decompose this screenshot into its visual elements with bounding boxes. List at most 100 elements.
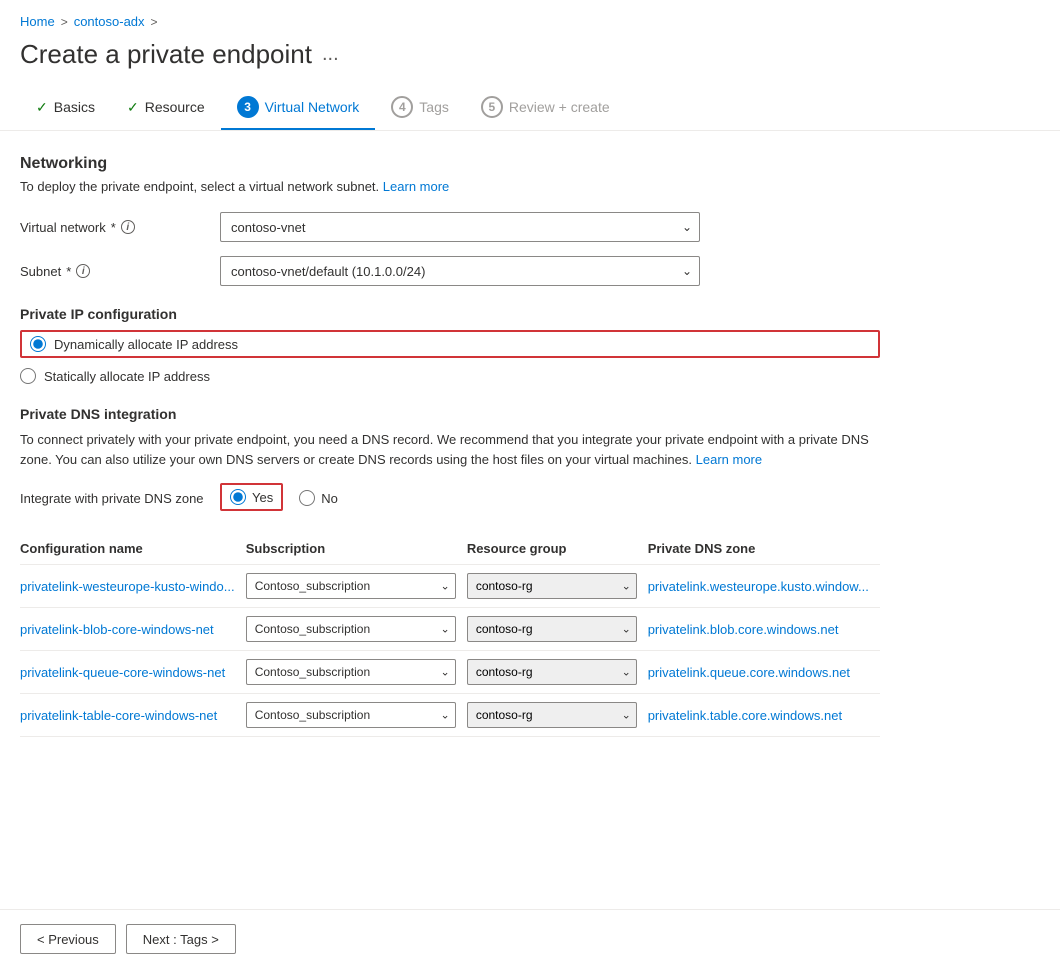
- tab-basics-label: Basics: [54, 99, 95, 115]
- page-title: Create a private endpoint: [20, 39, 312, 70]
- subnet-required: *: [66, 264, 71, 279]
- breadcrumb-contoso[interactable]: contoso-adx: [74, 14, 145, 29]
- breadcrumb-sep1: >: [61, 15, 68, 29]
- col-dns-zone: Private DNS zone: [648, 533, 880, 565]
- subnet-info-icon[interactable]: i: [76, 264, 90, 278]
- tab-review-create-label: Review + create: [509, 99, 610, 115]
- resource-check-icon: ✓: [127, 99, 139, 116]
- integrate-yes-radio[interactable]: [230, 489, 246, 505]
- subnet-select-wrapper: contoso-vnet/default (10.1.0.0/24) ⌄: [220, 256, 700, 286]
- breadcrumb-sep2: >: [151, 15, 158, 29]
- subnet-select[interactable]: contoso-vnet/default (10.1.0.0/24): [220, 256, 700, 286]
- dns-resource-group-2: contoso-rg⌄: [467, 651, 648, 694]
- virtual-network-row: Virtual network * i contoso-vnet ⌄: [20, 212, 880, 242]
- static-ip-radio[interactable]: [20, 368, 36, 384]
- integrate-no-text: No: [321, 491, 338, 506]
- dns-subscription-select-2[interactable]: Contoso_subscription: [246, 659, 456, 685]
- dns-rg-select-2[interactable]: contoso-rg: [467, 659, 637, 685]
- breadcrumb-home[interactable]: Home: [20, 14, 55, 29]
- virtual-network-required: *: [111, 220, 116, 235]
- dns-table-row: privatelink-westeurope-kusto-windo...Con…: [20, 565, 880, 608]
- virtual-network-label: Virtual network * i: [20, 220, 220, 235]
- dns-config-name-2: privatelink-queue-core-windows-net: [20, 651, 246, 694]
- integrate-radio-group: Yes No: [220, 483, 338, 513]
- dns-subscription-select-3[interactable]: Contoso_subscription: [246, 702, 456, 728]
- dns-rg-select-0[interactable]: contoso-rg: [467, 573, 637, 599]
- dynamic-ip-text: Dynamically allocate IP address: [54, 337, 238, 352]
- breadcrumb: Home > contoso-adx >: [0, 0, 1060, 35]
- tab-review-create-circle: 5: [481, 96, 503, 118]
- private-dns-desc: To connect privately with your private e…: [20, 430, 880, 469]
- dns-table-head: Configuration name Subscription Resource…: [20, 533, 880, 565]
- static-ip-text: Statically allocate IP address: [44, 369, 210, 384]
- integrate-yes-text: Yes: [252, 490, 273, 505]
- dns-table-row: privatelink-blob-core-windows-netContoso…: [20, 608, 880, 651]
- tab-tags: 4 Tags: [375, 86, 465, 130]
- main-content: Networking To deploy the private endpoin…: [0, 131, 900, 757]
- tab-tags-circle: 4: [391, 96, 413, 118]
- dns-subscription-2: Contoso_subscription⌄: [246, 651, 467, 694]
- dns-subscription-1: Contoso_subscription⌄: [246, 608, 467, 651]
- tab-virtual-network-circle: 3: [237, 96, 259, 118]
- basics-check-icon: ✓: [36, 99, 48, 116]
- dns-resource-group-0: contoso-rg⌄: [467, 565, 648, 608]
- dns-table: Configuration name Subscription Resource…: [20, 533, 880, 737]
- virtual-network-select[interactable]: contoso-vnet: [220, 212, 700, 242]
- dns-rg-select-3[interactable]: contoso-rg: [467, 702, 637, 728]
- col-subscription: Subscription: [246, 533, 467, 565]
- private-dns-title: Private DNS integration: [20, 406, 880, 422]
- wizard-tabs: ✓ Basics ✓ Resource 3 Virtual Network 4 …: [0, 86, 1060, 131]
- dns-subscription-0: Contoso_subscription⌄: [246, 565, 467, 608]
- private-ip-section: Private IP configuration Dynamically all…: [20, 306, 880, 384]
- tab-virtual-network[interactable]: 3 Virtual Network: [221, 86, 376, 130]
- dns-config-name-3: privatelink-table-core-windows-net: [20, 694, 246, 737]
- private-ip-radio-group: Dynamically allocate IP address Statical…: [20, 330, 880, 384]
- integrate-label: Integrate with private DNS zone: [20, 491, 220, 506]
- dns-config-name-1: privatelink-blob-core-windows-net: [20, 608, 246, 651]
- integrate-yes-highlighted: Yes: [220, 483, 283, 511]
- dynamic-ip-radio[interactable]: [30, 336, 46, 352]
- dns-resource-group-1: contoso-rg⌄: [467, 608, 648, 651]
- subnet-label: Subnet * i: [20, 264, 220, 279]
- dynamic-ip-label[interactable]: Dynamically allocate IP address: [30, 336, 238, 352]
- tab-review-create: 5 Review + create: [465, 86, 626, 130]
- networking-section: Networking To deploy the private endpoin…: [20, 155, 880, 286]
- private-ip-title: Private IP configuration: [20, 306, 880, 322]
- tab-tags-label: Tags: [419, 99, 449, 115]
- tab-basics[interactable]: ✓ Basics: [20, 89, 111, 128]
- static-ip-label[interactable]: Statically allocate IP address: [20, 368, 880, 384]
- dns-table-header-row: Configuration name Subscription Resource…: [20, 533, 880, 565]
- integrate-no-label[interactable]: No: [299, 490, 338, 506]
- dns-subscription-3: Contoso_subscription⌄: [246, 694, 467, 737]
- private-dns-section: Private DNS integration To connect priva…: [20, 406, 880, 737]
- col-resource-group: Resource group: [467, 533, 648, 565]
- virtual-network-info-icon[interactable]: i: [121, 220, 135, 234]
- dns-zone-3: privatelink.table.core.windows.net: [648, 694, 880, 737]
- tab-resource-label: Resource: [145, 99, 205, 115]
- dns-table-body: privatelink-westeurope-kusto-windo...Con…: [20, 565, 880, 737]
- page-title-row: Create a private endpoint ...: [0, 35, 1060, 86]
- integrate-row: Integrate with private DNS zone Yes No: [20, 483, 880, 513]
- networking-learn-more[interactable]: Learn more: [383, 179, 449, 194]
- integrate-yes-label[interactable]: Yes: [230, 489, 273, 505]
- next-button[interactable]: Next : Tags >: [126, 924, 236, 954]
- dns-subscription-select-0[interactable]: Contoso_subscription: [246, 573, 456, 599]
- subnet-row: Subnet * i contoso-vnet/default (10.1.0.…: [20, 256, 880, 286]
- dynamic-ip-highlighted: Dynamically allocate IP address: [20, 330, 880, 358]
- dns-zone-2: privatelink.queue.core.windows.net: [648, 651, 880, 694]
- networking-desc: To deploy the private endpoint, select a…: [20, 179, 880, 194]
- dns-table-row: privatelink-queue-core-windows-netContos…: [20, 651, 880, 694]
- dns-subscription-select-1[interactable]: Contoso_subscription: [246, 616, 456, 642]
- dns-config-name-0: privatelink-westeurope-kusto-windo...: [20, 565, 246, 608]
- integrate-no-radio[interactable]: [299, 490, 315, 506]
- networking-title: Networking: [20, 155, 880, 173]
- dns-zone-1: privatelink.blob.core.windows.net: [648, 608, 880, 651]
- col-config-name: Configuration name: [20, 533, 246, 565]
- dns-table-row: privatelink-table-core-windows-netContos…: [20, 694, 880, 737]
- page-title-more-icon[interactable]: ...: [322, 43, 339, 66]
- virtual-network-select-wrapper: contoso-vnet ⌄: [220, 212, 700, 242]
- previous-button[interactable]: < Previous: [20, 924, 116, 954]
- tab-resource[interactable]: ✓ Resource: [111, 89, 221, 128]
- dns-learn-more[interactable]: Learn more: [696, 452, 762, 467]
- dns-rg-select-1[interactable]: contoso-rg: [467, 616, 637, 642]
